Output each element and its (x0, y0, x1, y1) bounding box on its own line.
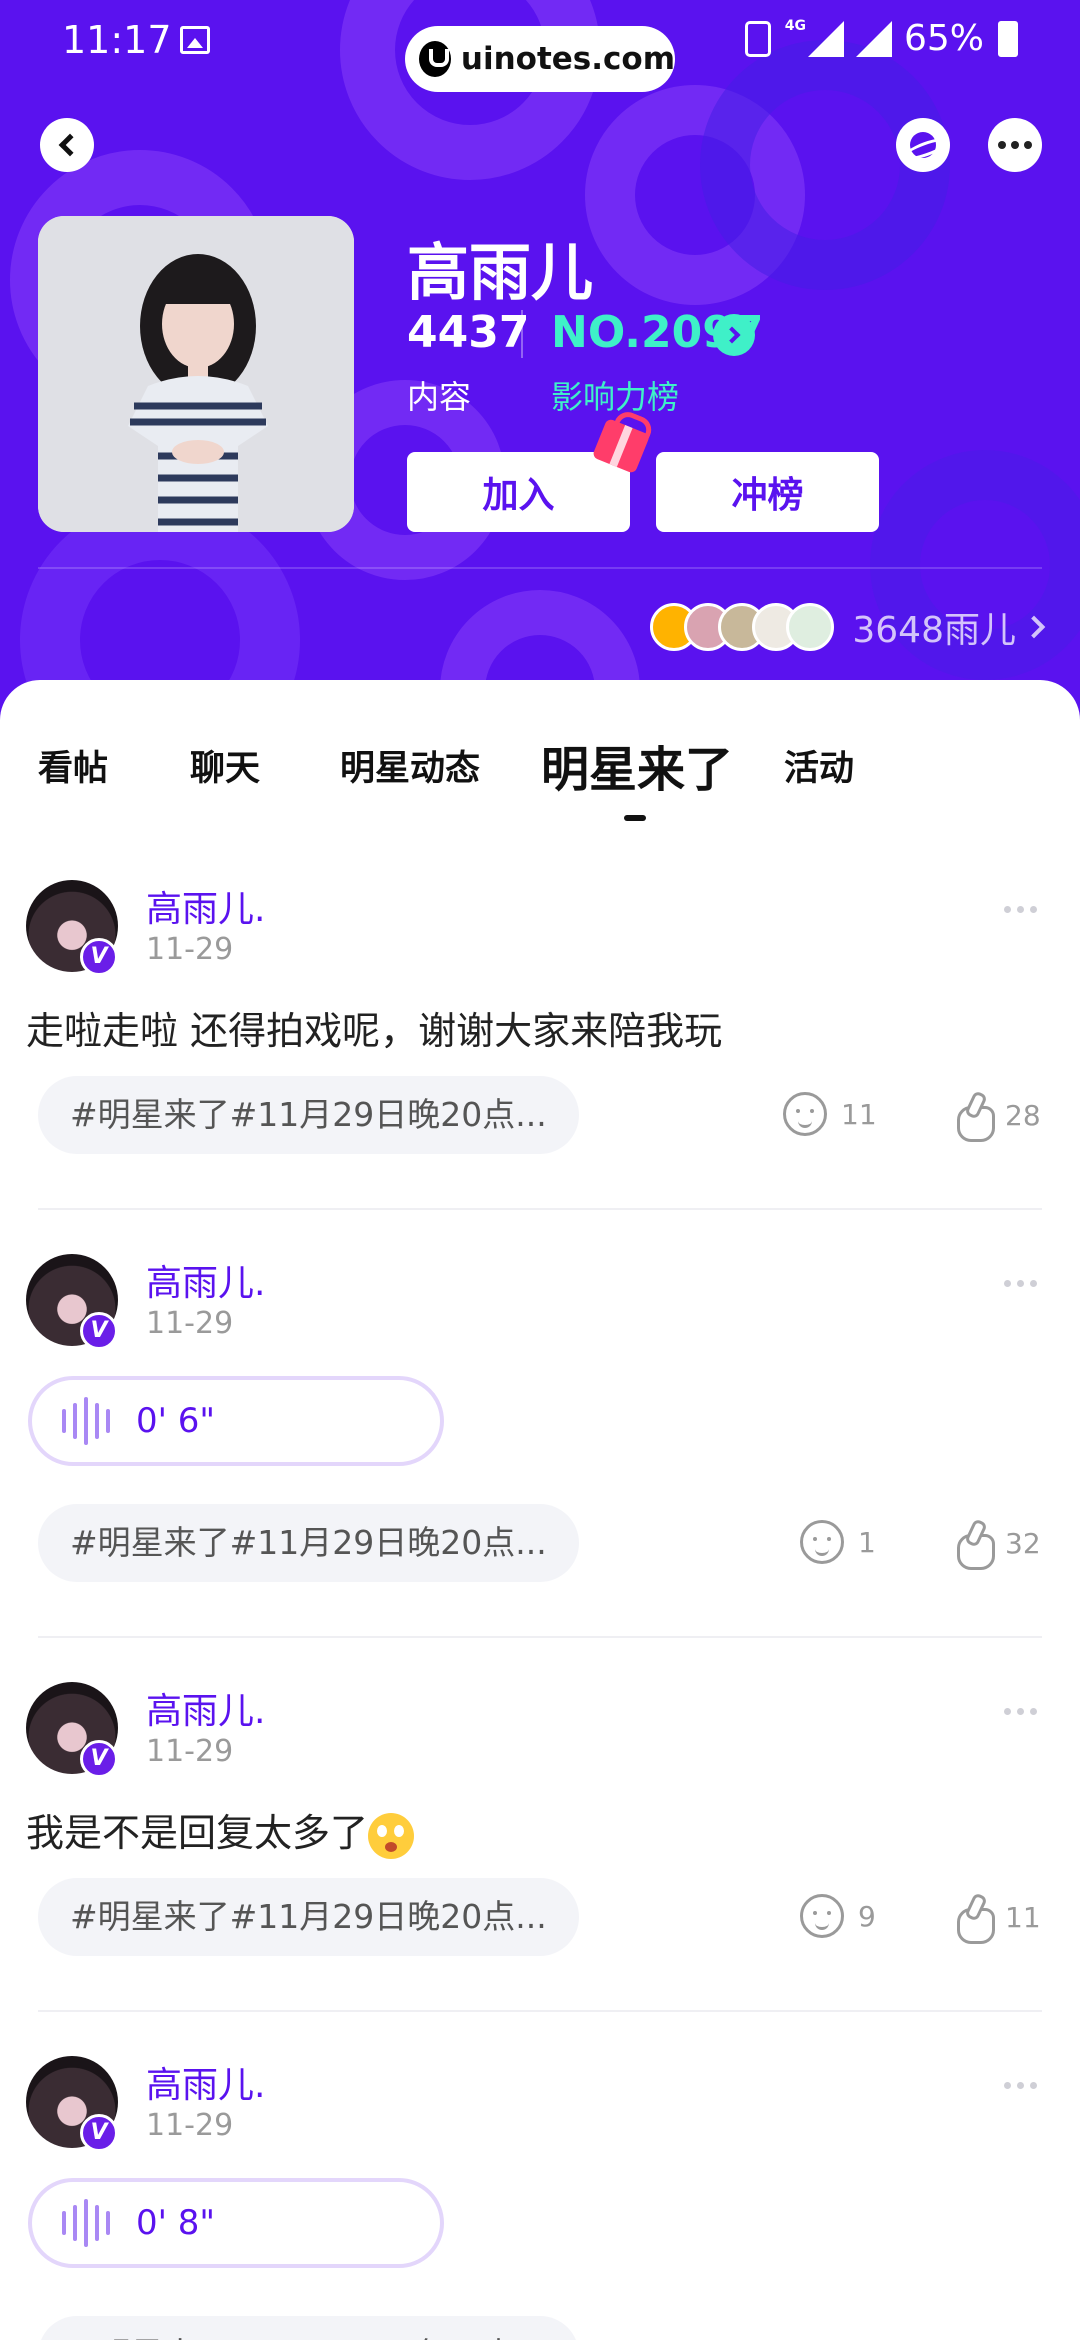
battery-percent: 65% (903, 18, 984, 59)
watermark-text: uinotes.com (460, 41, 675, 77)
voice-wave-icon (62, 1397, 110, 1445)
comment-icon (783, 1092, 827, 1136)
header-divider (38, 567, 1042, 569)
comment-button[interactable]: 9 (800, 1894, 876, 1938)
tab-bar: 看帖 聊天 明星动态 明星来了 活动 (0, 740, 1080, 830)
tab-posts[interactable]: 看帖 (38, 740, 108, 791)
verified-badge-icon: V (80, 1312, 118, 1350)
comment-button[interactable]: 11 (783, 1092, 877, 1136)
status-right: 4G 65% (744, 18, 1018, 59)
more-options-icon[interactable] (1004, 1280, 1037, 1287)
post-text-row: 我是不是回复太多了 (26, 1802, 415, 1859)
like-button[interactable]: 11 (957, 1894, 1041, 1944)
stat-divider (521, 310, 523, 358)
network-type: 4G (784, 18, 806, 34)
like-icon (957, 1520, 995, 1570)
post-date: 11-29 (146, 1306, 234, 1341)
post-divider (38, 2010, 1042, 2012)
profile-header: 11:17 uinotes.com 4G 65% 高雨儿 4437 NO.209… (0, 0, 1080, 720)
back-arrow-icon (58, 133, 82, 157)
post-text: 走啦走啦 还得拍戏呢，谢谢大家来陪我玩 (26, 1009, 723, 1053)
more-options-icon[interactable] (1004, 2082, 1037, 2089)
voice-duration: 0' 6" (136, 1401, 216, 1441)
tab-activities[interactable]: 活动 (784, 740, 854, 791)
chevron-right-icon (1022, 615, 1046, 639)
status-time: 11:17 (62, 18, 172, 62)
verified-badge-icon: V (80, 1740, 118, 1778)
tab-star-arrived[interactable]: 明星来了 (541, 730, 733, 800)
profile-photo (38, 216, 354, 532)
like-button[interactable]: 32 (957, 1520, 1041, 1570)
post-divider (38, 1208, 1042, 1210)
comment-button[interactable]: 1 (800, 1520, 876, 1564)
post-tag[interactable]: #明星来了#11月29日晚20点... (38, 2316, 579, 2340)
fan-avatar (786, 603, 835, 651)
post-author[interactable]: 高雨儿. (146, 880, 265, 932)
more-options-icon[interactable] (1004, 906, 1037, 913)
content-label: 内容 (407, 378, 472, 416)
like-icon (957, 1092, 995, 1142)
tab-chat[interactable]: 聊天 (190, 740, 260, 791)
verified-badge-icon: V (80, 2114, 118, 2152)
more-options-icon[interactable] (1004, 1708, 1037, 1715)
fans-count: 3648雨儿 (852, 610, 1016, 651)
comment-count: 9 (858, 1899, 876, 1933)
fans-row[interactable]: 3648雨儿 (650, 601, 1046, 653)
comment-icon (800, 1894, 844, 1938)
rank-arrow-icon[interactable] (713, 314, 755, 356)
comment-count: 11 (841, 1097, 877, 1131)
boost-rank-button[interactable]: 冲榜 (656, 452, 879, 532)
watermark: uinotes.com (405, 26, 675, 92)
post-author[interactable]: 高雨儿. (146, 1254, 265, 1306)
like-count: 28 (1005, 1098, 1041, 1132)
post-tag[interactable]: #明星来了#11月29日晚20点... (38, 1076, 579, 1154)
watermark-logo-icon (419, 41, 451, 77)
post-tag[interactable]: #明星来了#11月29日晚20点... (38, 1504, 579, 1582)
content-sheet: 看帖 聊天 明星动态 明星来了 活动 V 高雨儿. 11-29 走啦走啦 还得拍… (0, 680, 1080, 2340)
signal-icon-2 (855, 20, 892, 57)
tab-star-news[interactable]: 明星动态 (340, 740, 480, 791)
rank-label[interactable]: 影响力榜 (551, 372, 679, 418)
battery-icon (998, 20, 1018, 57)
vibrate-icon (744, 20, 771, 57)
post-divider (38, 1636, 1042, 1638)
like-count: 32 (1005, 1526, 1041, 1560)
tab-indicator (624, 815, 646, 821)
post-date: 11-29 (146, 932, 234, 967)
like-count: 11 (1005, 1900, 1041, 1934)
comment-count: 1 (858, 1525, 876, 1559)
join-button[interactable]: 加入 (407, 452, 630, 532)
post-author[interactable]: 高雨儿. (146, 1682, 265, 1734)
more-options-button[interactable] (988, 118, 1042, 172)
voice-duration: 0' 8" (136, 2203, 216, 2243)
post-author[interactable]: 高雨儿. (146, 2056, 265, 2108)
voice-wave-icon (62, 2199, 110, 2247)
back-button[interactable] (40, 118, 94, 172)
planet-button[interactable] (896, 118, 950, 172)
like-button[interactable]: 28 (957, 1092, 1041, 1142)
flushed-emoji-icon (368, 1812, 415, 1859)
like-icon (957, 1894, 995, 1944)
gallery-notification-icon (180, 26, 210, 54)
post-text: 我是不是回复太多了 (26, 1811, 369, 1855)
post-date: 11-29 (146, 2108, 234, 2143)
profile-name: 高雨儿 (407, 236, 594, 309)
voice-message[interactable]: 0' 8" (28, 2178, 444, 2268)
post-date: 11-29 (146, 1734, 234, 1769)
verified-badge-icon: V (80, 938, 118, 976)
comment-icon (800, 1520, 844, 1564)
content-count: 4437 (407, 307, 530, 358)
post-tag[interactable]: #明星来了#11月29日晚20点... (38, 1878, 579, 1956)
signal-icon (807, 20, 844, 57)
profile-avatar[interactable] (38, 216, 354, 532)
voice-message[interactable]: 0' 6" (28, 1376, 444, 1466)
